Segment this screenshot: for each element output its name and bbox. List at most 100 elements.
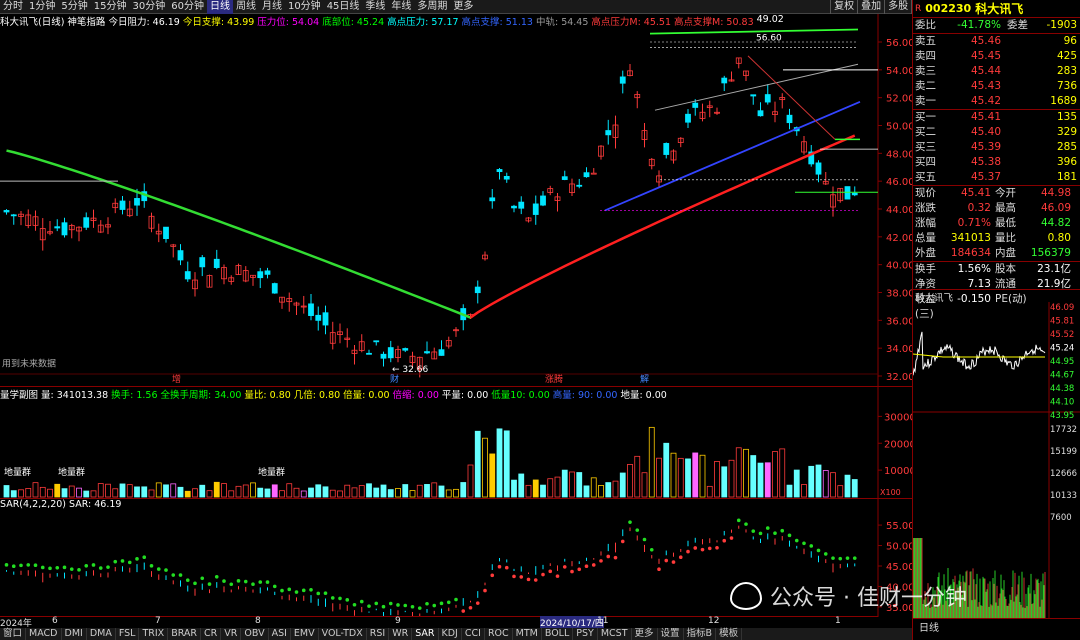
- period-tab-12[interactable]: 年线: [388, 0, 414, 14]
- indicator-tab-25[interactable]: 指标B: [684, 628, 717, 640]
- indicator-tab-2[interactable]: DMI: [62, 628, 87, 640]
- indicator-tabs: 窗口 MACD DMI DMA FSL TRIX BRAR CR VR OBV ASI EMV VOL-…: [0, 628, 912, 640]
- sar-dot: [577, 567, 582, 572]
- kline-candle: [540, 195, 546, 206]
- indicator-tab-20[interactable]: BOLL: [542, 628, 574, 640]
- volume-chart[interactable]: 量学副图 量: 341013.38 换手: 1.56 全换手周期: 34.00 量比:…: [0, 386, 916, 499]
- fund-row: 换手 1.56% 股本 23.1亿: [913, 262, 1080, 277]
- period-tab-1[interactable]: 1分钟: [26, 0, 58, 14]
- indicator-tab-12[interactable]: VOL-TDX: [319, 628, 367, 640]
- sar-dot: [628, 520, 632, 524]
- indicator-tab-11[interactable]: EMV: [291, 628, 319, 640]
- indicator-tab-1[interactable]: MACD: [26, 628, 62, 640]
- sar-dot: [84, 563, 89, 568]
- indicator-tab-7[interactable]: CR: [201, 628, 222, 640]
- quote-label: 现价: [915, 187, 936, 199]
- volume-bar: [76, 487, 82, 498]
- kline-candle: [511, 205, 517, 209]
- kline-candle: [503, 175, 510, 180]
- indicator-tab-3[interactable]: DMA: [87, 628, 116, 640]
- indicator-tab-10[interactable]: ASI: [269, 628, 291, 640]
- indicator-tab-14[interactable]: WR: [389, 628, 413, 640]
- volume-tag-2: 地量群: [258, 466, 285, 478]
- period-tab-8[interactable]: 月线: [259, 0, 285, 14]
- indicator-tab-18[interactable]: ROC: [485, 628, 513, 640]
- kline-candle: [163, 226, 169, 239]
- indicator-tab-15[interactable]: SAR: [412, 628, 439, 640]
- kline-candle: [474, 286, 481, 294]
- volume-bar: [540, 484, 546, 498]
- period-tab-10[interactable]: 45日线: [324, 0, 363, 14]
- indicator-tab-8[interactable]: VR: [221, 628, 242, 640]
- period-tab-4[interactable]: 30分钟: [129, 0, 168, 14]
- sar-dot: [715, 545, 719, 550]
- indicator-tab-22[interactable]: MCST: [598, 628, 632, 640]
- period-tab-0[interactable]: 分时: [0, 0, 26, 14]
- kline-candle: [518, 201, 525, 209]
- ask-label: 卖五: [915, 35, 936, 47]
- event-label-2: 涨腾: [545, 373, 563, 385]
- volume-bar: [692, 452, 699, 498]
- indicator-tab-0[interactable]: 窗口: [0, 628, 27, 640]
- toolbar-button-0[interactable]: 复权: [830, 0, 857, 14]
- indicator-tab-24[interactable]: 设置: [658, 628, 684, 640]
- volume-bar: [395, 488, 401, 498]
- period-tab-3[interactable]: 15分钟: [91, 0, 130, 14]
- kline-candle: [590, 172, 597, 175]
- quote-value: 341013: [950, 232, 991, 244]
- sar-dot: [439, 601, 444, 606]
- indicator-tab-13[interactable]: RSI: [367, 628, 390, 640]
- kline-candle: [663, 143, 670, 155]
- period-tab-11[interactable]: 季线: [362, 0, 388, 14]
- sar-dot: [664, 558, 669, 563]
- vol-legend-item-6: 倍缩: 0.00: [392, 390, 439, 401]
- indicator-tab-19[interactable]: MTM: [513, 628, 542, 640]
- period-tab-7[interactable]: 周线: [233, 0, 259, 14]
- volume-bar: [619, 472, 626, 498]
- period-tab-13[interactable]: 多周期: [414, 0, 450, 14]
- volume-bar: [163, 484, 169, 498]
- indicator-tab-5[interactable]: TRIX: [139, 628, 169, 640]
- indicator-tab-23[interactable]: 更多: [632, 628, 658, 640]
- vol-legend-item-0: 量学副图 量: 341013.38: [0, 390, 109, 401]
- vol-legend-item-5: 倍量: 0.00: [343, 390, 390, 401]
- sar-dot: [526, 577, 531, 582]
- indicator-tab-17[interactable]: CCI: [462, 628, 485, 640]
- sar-y-tick: 50.00: [886, 542, 912, 553]
- period-tab-9[interactable]: 10分钟: [285, 0, 324, 14]
- period-tab-14[interactable]: 更多: [450, 0, 476, 14]
- tick-y-label: 44.38: [1050, 384, 1074, 394]
- toolbar-button-2[interactable]: 多股: [884, 0, 911, 14]
- period-tab-6[interactable]: 日线: [206, 0, 233, 14]
- sar-dot: [417, 606, 422, 610]
- kline-candle: [134, 198, 140, 206]
- kline-candle: [402, 348, 409, 351]
- sar-dot: [185, 578, 190, 583]
- sar-dot: [98, 566, 103, 570]
- volume-bar: [496, 428, 503, 498]
- tick-vol-label: 10133: [1050, 491, 1077, 501]
- indicator-tab-21[interactable]: PSY: [573, 628, 598, 640]
- indicator-tab-6[interactable]: BRAR: [168, 628, 202, 640]
- period-tab-2[interactable]: 5分钟: [58, 0, 90, 14]
- indicator-tab-9[interactable]: OBV: [241, 628, 269, 640]
- kline-candle: [757, 110, 764, 117]
- toolbar-button-1[interactable]: 叠加: [857, 0, 884, 14]
- kline-chart[interactable]: 科大讯飞(日线) 神笔指路 今日阻力: 46.19 今日支撑: 43.99 压力位: 5…: [0, 14, 915, 386]
- vol-legend-item-2: 全换手周期: 34.00: [160, 390, 242, 401]
- volume-bar: [315, 484, 322, 498]
- intraday-chart[interactable]: 科大讯飞 46.09 45.81 45.52 45.24 44.95 44.67 44.38…: [912, 289, 1080, 618]
- indicator-tab-4[interactable]: FSL: [116, 628, 140, 640]
- period-tab-5[interactable]: 60分钟: [168, 0, 207, 14]
- sar-dot: [620, 539, 625, 544]
- volume-bar: [300, 490, 307, 498]
- sar-dot: [214, 574, 219, 579]
- watermark: 公众号 · 佳财一分钟: [730, 580, 967, 612]
- volume-bar: [25, 488, 32, 498]
- rp-bottom-tab[interactable]: 日线: [913, 618, 1080, 634]
- indicator-tab-16[interactable]: KDJ: [439, 628, 462, 640]
- indicator-tab-26[interactable]: 模板: [716, 628, 743, 640]
- sar-dot: [410, 604, 415, 609]
- quote-value: 45.41: [960, 187, 991, 199]
- sar-dot: [425, 601, 429, 606]
